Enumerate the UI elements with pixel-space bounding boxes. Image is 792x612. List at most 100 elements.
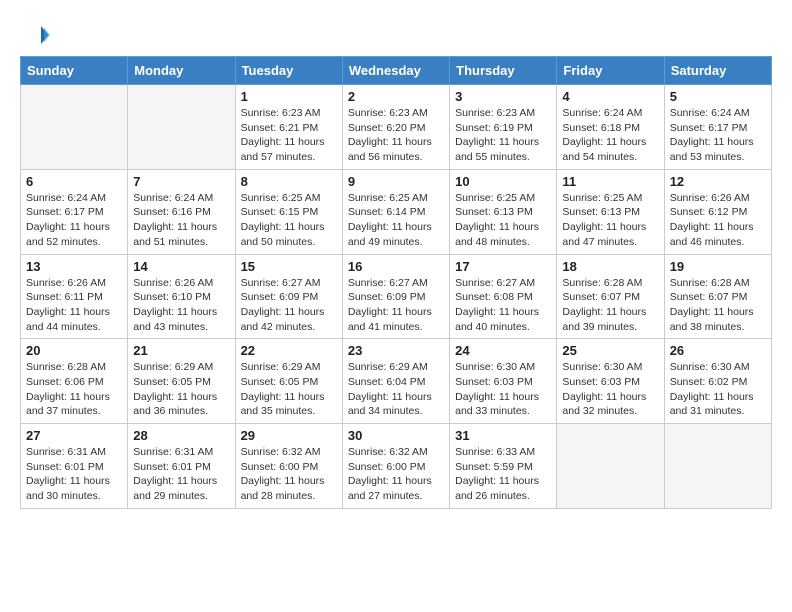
day-info: Sunrise: 6:23 AMSunset: 6:19 PMDaylight:…: [455, 106, 551, 165]
day-info: Sunrise: 6:30 AMSunset: 6:03 PMDaylight:…: [562, 360, 658, 419]
day-number: 24: [455, 343, 551, 358]
day-number: 12: [670, 174, 766, 189]
day-number: 20: [26, 343, 122, 358]
calendar-cell: 9 Sunrise: 6:25 AMSunset: 6:14 PMDaylight…: [342, 169, 449, 254]
calendar-cell: 12 Sunrise: 6:26 AMSunset: 6:12 PMDayligh…: [664, 169, 771, 254]
calendar-cell: 6Sunrise: 6:24 AMSunset: 6:17 PMDaylight…: [21, 169, 128, 254]
day-number: 1: [241, 89, 337, 104]
day-info: Sunrise: 6:24 AMSunset: 6:18 PMDaylight:…: [562, 106, 658, 165]
day-info: Sunrise: 6:30 AMSunset: 6:02 PMDaylight:…: [670, 360, 766, 419]
day-number: 11: [562, 174, 658, 189]
day-number: 21: [133, 343, 229, 358]
calendar-week-3: 13Sunrise: 6:26 AMSunset: 6:11 PMDayligh…: [21, 254, 772, 339]
calendar-week-1: 1 Sunrise: 6:23 AMSunset: 6:21 PMDaylight…: [21, 85, 772, 170]
day-number: 30: [348, 428, 444, 443]
calendar-cell: [128, 85, 235, 170]
day-info: Sunrise: 6:23 AMSunset: 6:21 PMDaylight:…: [241, 106, 337, 165]
calendar-cell: 16Sunrise: 6:27 AMSunset: 6:09 PMDayligh…: [342, 254, 449, 339]
calendar-table: SundayMondayTuesdayWednesdayThursdayFrid…: [20, 56, 772, 509]
calendar-cell: 18 Sunrise: 6:28 AMSunset: 6:07 PMDayligh…: [557, 254, 664, 339]
day-info: Sunrise: 6:29 AMSunset: 6:05 PMDaylight:…: [241, 360, 337, 419]
day-info: Sunrise: 6:32 AMSunset: 6:00 PMDaylight:…: [241, 445, 337, 504]
calendar-header-monday: Monday: [128, 57, 235, 85]
day-info: Sunrise: 6:28 AMSunset: 6:07 PMDaylight:…: [562, 276, 658, 335]
day-number: 7: [133, 174, 229, 189]
calendar-cell: 2 Sunrise: 6:23 AMSunset: 6:20 PMDaylight…: [342, 85, 449, 170]
day-info: Sunrise: 6:26 AMSunset: 6:10 PMDaylight:…: [133, 276, 229, 335]
day-number: 10: [455, 174, 551, 189]
day-number: 27: [26, 428, 122, 443]
day-info: Sunrise: 6:28 AMSunset: 6:07 PMDaylight:…: [670, 276, 766, 335]
calendar-cell: 15 Sunrise: 6:27 AMSunset: 6:09 PMDayligh…: [235, 254, 342, 339]
calendar-cell: [21, 85, 128, 170]
day-number: 16: [348, 259, 444, 274]
day-info: Sunrise: 6:29 AMSunset: 6:05 PMDaylight:…: [133, 360, 229, 419]
calendar-cell: 30 Sunrise: 6:32 AMSunset: 6:00 PMDayligh…: [342, 424, 449, 509]
day-info: Sunrise: 6:29 AMSunset: 6:04 PMDaylight:…: [348, 360, 444, 419]
day-info: Sunrise: 6:24 AMSunset: 6:17 PMDaylight:…: [26, 191, 122, 250]
day-number: 22: [241, 343, 337, 358]
day-number: 19: [670, 259, 766, 274]
day-number: 5: [670, 89, 766, 104]
calendar-header-row: SundayMondayTuesdayWednesdayThursdayFrid…: [21, 57, 772, 85]
day-number: 25: [562, 343, 658, 358]
day-info: Sunrise: 6:25 AMSunset: 6:15 PMDaylight:…: [241, 191, 337, 250]
calendar-cell: 8Sunrise: 6:25 AMSunset: 6:15 PMDaylight…: [235, 169, 342, 254]
day-info: Sunrise: 6:25 AMSunset: 6:13 PMDaylight:…: [455, 191, 551, 250]
day-number: 2: [348, 89, 444, 104]
day-number: 17: [455, 259, 551, 274]
calendar-cell: 27 Sunrise: 6:31 AMSunset: 6:01 PMDayligh…: [21, 424, 128, 509]
calendar-cell: 22 Sunrise: 6:29 AMSunset: 6:05 PMDayligh…: [235, 339, 342, 424]
day-info: Sunrise: 6:25 AMSunset: 6:14 PMDaylight:…: [348, 191, 444, 250]
day-number: 15: [241, 259, 337, 274]
calendar-week-2: 6Sunrise: 6:24 AMSunset: 6:17 PMDaylight…: [21, 169, 772, 254]
calendar-cell: 13Sunrise: 6:26 AMSunset: 6:11 PMDayligh…: [21, 254, 128, 339]
calendar-cell: 25 Sunrise: 6:30 AMSunset: 6:03 PMDayligh…: [557, 339, 664, 424]
day-info: Sunrise: 6:31 AMSunset: 6:01 PMDaylight:…: [26, 445, 122, 504]
calendar-container: SundayMondayTuesdayWednesdayThursdayFrid…: [0, 0, 792, 525]
calendar-cell: 4 Sunrise: 6:24 AMSunset: 6:18 PMDaylight…: [557, 85, 664, 170]
calendar-cell: 19 Sunrise: 6:28 AMSunset: 6:07 PMDayligh…: [664, 254, 771, 339]
calendar-cell: 3 Sunrise: 6:23 AMSunset: 6:19 PMDaylight…: [450, 85, 557, 170]
calendar-cell: 28 Sunrise: 6:31 AMSunset: 6:01 PMDayligh…: [128, 424, 235, 509]
calendar-cell: 11 Sunrise: 6:25 AMSunset: 6:13 PMDayligh…: [557, 169, 664, 254]
day-info: Sunrise: 6:23 AMSunset: 6:20 PMDaylight:…: [348, 106, 444, 165]
calendar-header-wednesday: Wednesday: [342, 57, 449, 85]
calendar-cell: 5 Sunrise: 6:24 AMSunset: 6:17 PMDaylight…: [664, 85, 771, 170]
calendar-cell: 23 Sunrise: 6:29 AMSunset: 6:04 PMDayligh…: [342, 339, 449, 424]
day-info: Sunrise: 6:32 AMSunset: 6:00 PMDaylight:…: [348, 445, 444, 504]
logo: [20, 20, 54, 50]
day-number: 18: [562, 259, 658, 274]
day-number: 28: [133, 428, 229, 443]
day-number: 3: [455, 89, 551, 104]
calendar-cell: 10 Sunrise: 6:25 AMSunset: 6:13 PMDayligh…: [450, 169, 557, 254]
calendar-header-friday: Friday: [557, 57, 664, 85]
calendar-header-saturday: Saturday: [664, 57, 771, 85]
calendar-cell: 21 Sunrise: 6:29 AMSunset: 6:05 PMDayligh…: [128, 339, 235, 424]
day-number: 9: [348, 174, 444, 189]
day-info: Sunrise: 6:27 AMSunset: 6:09 PMDaylight:…: [241, 276, 337, 335]
day-number: 13: [26, 259, 122, 274]
calendar-cell: 20 Sunrise: 6:28 AMSunset: 6:06 PMDayligh…: [21, 339, 128, 424]
calendar-cell: 26 Sunrise: 6:30 AMSunset: 6:02 PMDayligh…: [664, 339, 771, 424]
day-info: Sunrise: 6:26 AMSunset: 6:12 PMDaylight:…: [670, 191, 766, 250]
day-number: 4: [562, 89, 658, 104]
day-number: 29: [241, 428, 337, 443]
day-info: Sunrise: 6:30 AMSunset: 6:03 PMDaylight:…: [455, 360, 551, 419]
calendar-cell: 1 Sunrise: 6:23 AMSunset: 6:21 PMDaylight…: [235, 85, 342, 170]
day-number: 23: [348, 343, 444, 358]
calendar-cell: 24 Sunrise: 6:30 AMSunset: 6:03 PMDayligh…: [450, 339, 557, 424]
day-info: Sunrise: 6:31 AMSunset: 6:01 PMDaylight:…: [133, 445, 229, 504]
day-info: Sunrise: 6:24 AMSunset: 6:17 PMDaylight:…: [670, 106, 766, 165]
calendar-cell: [557, 424, 664, 509]
day-number: 26: [670, 343, 766, 358]
calendar-cell: 31 Sunrise: 6:33 AMSunset: 5:59 PMDayligh…: [450, 424, 557, 509]
logo-icon: [20, 20, 50, 50]
day-info: Sunrise: 6:25 AMSunset: 6:13 PMDaylight:…: [562, 191, 658, 250]
calendar-cell: 7Sunrise: 6:24 AMSunset: 6:16 PMDaylight…: [128, 169, 235, 254]
day-info: Sunrise: 6:33 AMSunset: 5:59 PMDaylight:…: [455, 445, 551, 504]
day-number: 14: [133, 259, 229, 274]
day-info: Sunrise: 6:28 AMSunset: 6:06 PMDaylight:…: [26, 360, 122, 419]
day-info: Sunrise: 6:27 AMSunset: 6:08 PMDaylight:…: [455, 276, 551, 335]
day-number: 31: [455, 428, 551, 443]
